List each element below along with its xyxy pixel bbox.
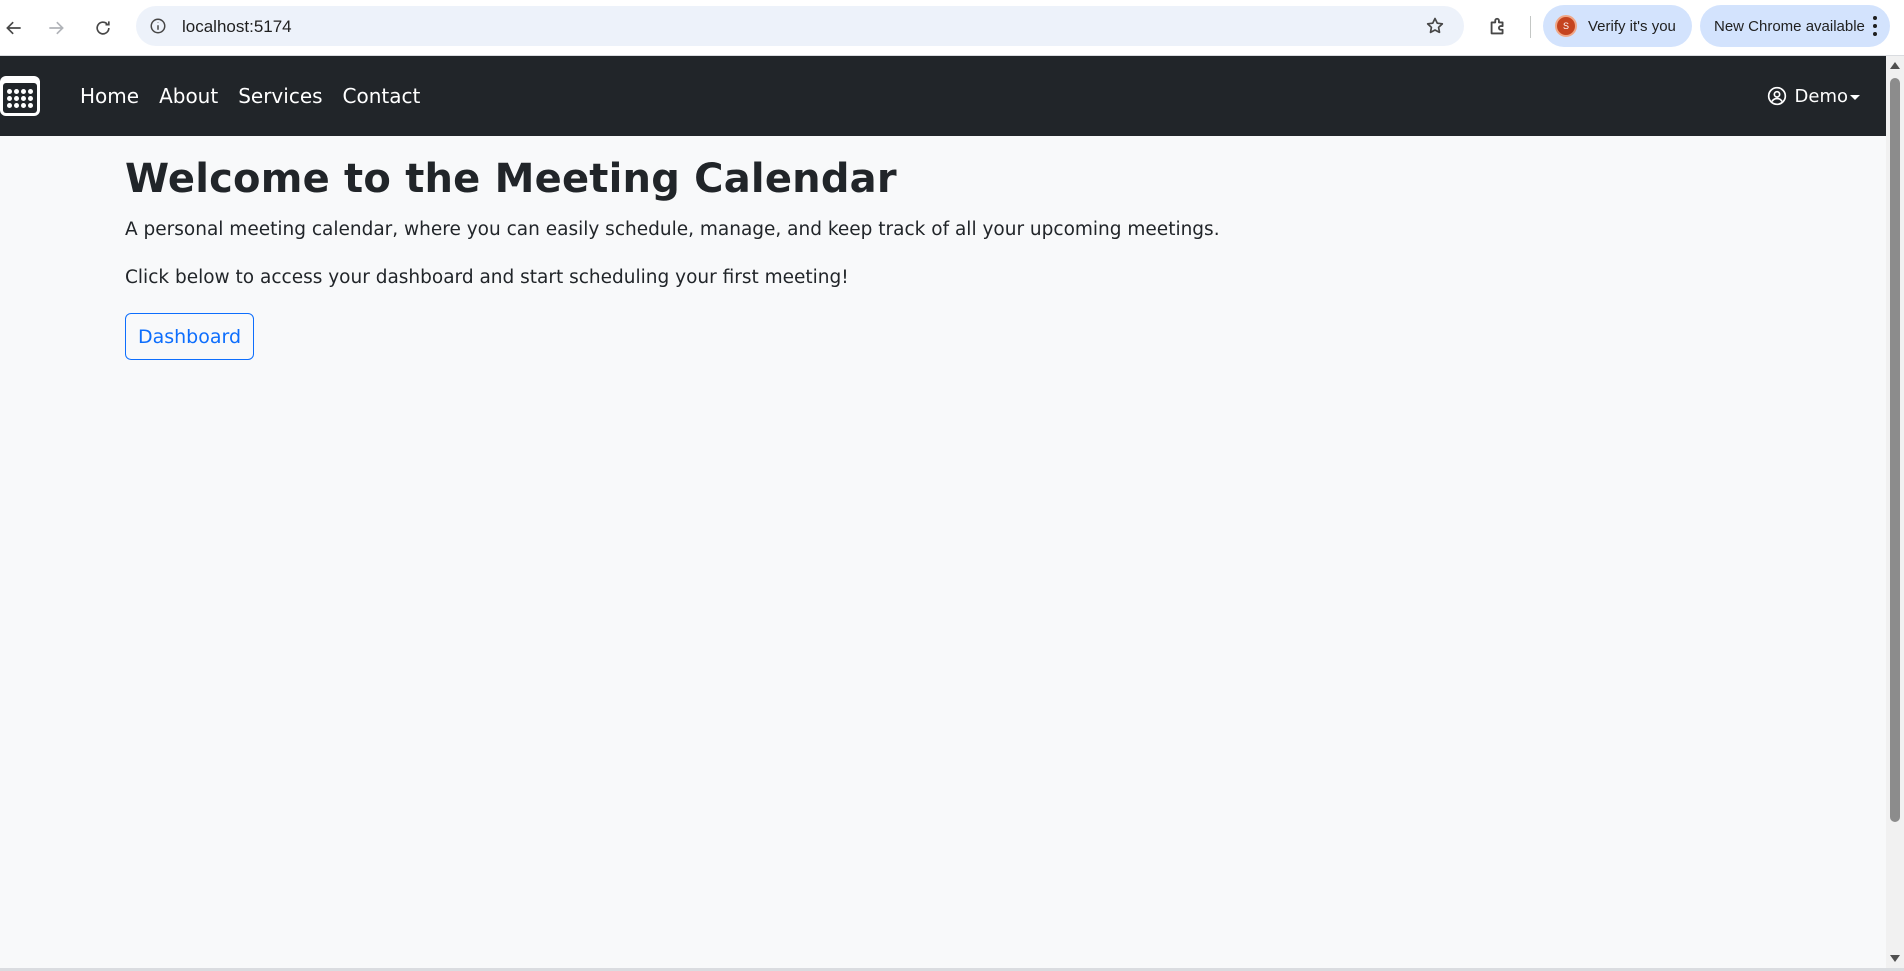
browser-toolbar: localhost:5174 S Verify it's you New Chr… [0, 0, 1904, 56]
page-viewport: Home About Services Contact Demo Welcome… [0, 56, 1886, 968]
site-info-icon[interactable] [148, 16, 168, 36]
user-circle-icon [1767, 86, 1787, 106]
scrollbar-thumb[interactable] [1890, 78, 1900, 822]
url-text[interactable]: localhost:5174 [182, 17, 292, 37]
verify-chip-label: Verify it's you [1588, 17, 1676, 35]
toolbar-divider [1530, 16, 1531, 38]
verify-identity-chip[interactable]: S Verify it's you [1543, 5, 1692, 47]
forward-arrow-icon[interactable] [42, 14, 70, 42]
dashboard-button[interactable]: Dashboard [125, 313, 254, 360]
back-arrow-icon[interactable] [0, 14, 28, 42]
user-dropdown[interactable]: Demo [1767, 56, 1860, 136]
nav-link-home[interactable]: Home [70, 84, 149, 108]
scroll-down-arrow-icon[interactable] [1890, 955, 1900, 962]
nav-link-about[interactable]: About [149, 84, 228, 108]
profile-avatar: S [1555, 15, 1577, 37]
page-scrollbar[interactable] [1886, 56, 1904, 968]
user-name: Demo [1794, 85, 1848, 107]
app-navbar: Home About Services Contact Demo [0, 56, 1886, 136]
kebab-menu-icon[interactable] [1872, 16, 1878, 36]
intro-text: A personal meeting calendar, where you c… [125, 219, 1220, 240]
calendar-logo-icon[interactable] [0, 76, 40, 116]
caret-down-icon [1850, 94, 1860, 100]
page-title: Welcome to the Meeting Calendar [125, 156, 897, 202]
cta-text: Click below to access your dashboard and… [125, 267, 849, 288]
nav-link-contact[interactable]: Contact [333, 84, 431, 108]
reload-icon[interactable] [89, 14, 117, 42]
extensions-icon[interactable] [1484, 13, 1512, 41]
scroll-up-arrow-icon[interactable] [1890, 62, 1900, 69]
update-chip-label: New Chrome available [1714, 17, 1865, 35]
main-content: Welcome to the Meeting Calendar A person… [125, 156, 1525, 360]
nav-links: Home About Services Contact [70, 56, 430, 136]
chrome-update-chip[interactable]: New Chrome available [1700, 5, 1890, 47]
address-bar[interactable]: localhost:5174 [136, 6, 1464, 46]
nav-link-services[interactable]: Services [228, 84, 332, 108]
bookmark-star-icon[interactable] [1424, 15, 1446, 37]
